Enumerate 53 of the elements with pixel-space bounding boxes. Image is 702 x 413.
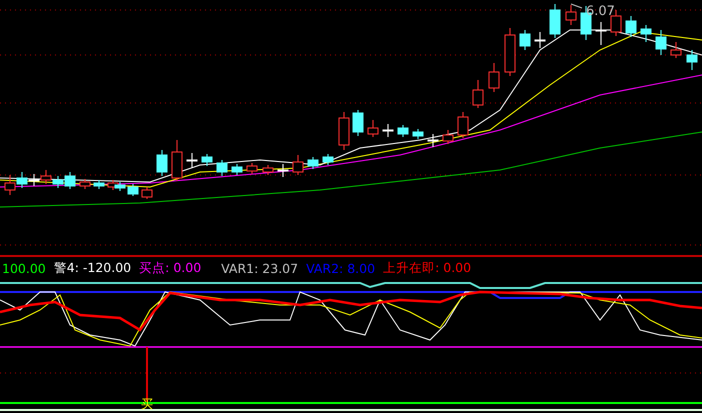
candlestick [352, 110, 364, 136]
candlestick [534, 32, 546, 48]
indicator-value: 上升在即: 0.00 [383, 260, 472, 276]
candlestick [156, 150, 168, 176]
indicator-value: 警4: -120.00 [54, 260, 132, 276]
candlestick [278, 164, 288, 178]
candlestick [216, 160, 228, 176]
candlestick [488, 62, 500, 92]
candlestick [626, 16, 636, 38]
candlestick [550, 4, 560, 38]
candlestick [292, 154, 304, 176]
candlestick [656, 30, 666, 56]
candlestick [504, 28, 516, 76]
candlestick [472, 80, 484, 108]
leader-line [570, 4, 582, 8]
candlestick [686, 50, 698, 70]
candlestick [338, 112, 350, 150]
indicator-value: 买点: 0.00 [139, 260, 202, 276]
candlestick [4, 174, 16, 196]
candlestick [232, 164, 242, 176]
candlestick [186, 152, 198, 168]
candlestick [368, 120, 378, 138]
candlestick [596, 22, 606, 46]
high-price-label: 6.07 [586, 4, 615, 19]
candlestick [428, 134, 438, 148]
candlestick [64, 172, 76, 190]
candlestick [52, 176, 64, 188]
candlestick [442, 130, 454, 144]
candlestick [40, 170, 52, 184]
candlestick [322, 154, 334, 166]
candlestick [172, 140, 182, 182]
candlestick [246, 162, 258, 174]
candlestick [398, 124, 408, 138]
candlestick [202, 154, 212, 166]
candlestick [670, 42, 682, 58]
candlestick [262, 164, 274, 176]
candlestick [16, 172, 28, 188]
candlestick [520, 30, 530, 50]
candlestick [94, 180, 104, 190]
candlestick [640, 24, 652, 42]
candlestick [142, 186, 152, 200]
candlestick [308, 156, 318, 170]
candlestick [382, 124, 394, 138]
candlestick [80, 178, 90, 190]
indicator-value: 100.00 [2, 260, 46, 276]
indicator-value: VAR1: 23.07 [221, 260, 298, 276]
candlestick [412, 128, 424, 140]
indicator-value: VAR2: 8.00 [306, 260, 376, 276]
candlestick [114, 182, 126, 192]
candlestick [128, 184, 138, 196]
candlestick [566, 4, 576, 26]
candlestick [28, 174, 40, 186]
candlestick [458, 112, 468, 138]
